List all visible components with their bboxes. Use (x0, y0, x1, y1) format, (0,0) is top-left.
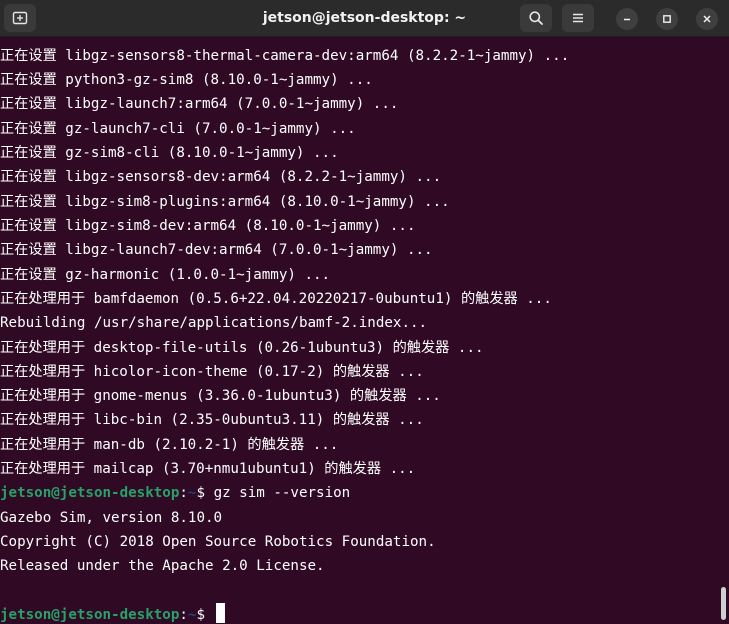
output-line: 正在设置 python3-gz-sim8 (8.10.0-1~jammy) ..… (0, 72, 373, 88)
prompt-user-host: jetson@jetson-desktop (0, 607, 180, 623)
scrollbar[interactable] (718, 38, 729, 624)
output-line: Released under the Apache 2.0 License. (0, 558, 325, 574)
prompt-separator: : (179, 485, 188, 501)
new-tab-icon (12, 11, 28, 25)
output-line: 正在处理用于 gnome-menus (3.36.0-1ubuntu3) 的触发… (0, 388, 441, 404)
prompt-separator: : (179, 607, 188, 623)
hamburger-menu-icon (573, 13, 583, 23)
title-bar: jetson@jetson-desktop: ~ (0, 0, 729, 37)
output-line: 正在处理用于 bamfdaemon (0.5.6+22.04.20220217-… (0, 291, 552, 307)
output-line: 正在处理用于 man-db (2.10.2-1) 的触发器 ... (0, 437, 339, 453)
new-tab-button[interactable] (4, 4, 36, 32)
maximize-button[interactable] (656, 8, 678, 30)
menu-button[interactable] (562, 4, 594, 32)
output-line: 正在处理用于 desktop-file-utils (0.26-1ubuntu3… (0, 340, 484, 356)
output-line: 正在设置 gz-sim8-cli (8.10.0-1~jammy) ... (0, 145, 339, 161)
output-line: 正在设置 libgz-sim8-dev:arm64 (8.10.0-1~jamm… (0, 218, 416, 234)
prompt-symbol: $ (196, 485, 206, 501)
minimize-button[interactable] (616, 8, 638, 30)
command-text: gz sim --version (213, 485, 351, 501)
scrollbar-thumb[interactable] (721, 587, 726, 620)
terminal-output[interactable]: 正在设置 libgz-sensors8-thermal-camera-dev:a… (0, 38, 718, 624)
search-button[interactable] (520, 4, 552, 32)
prompt-user-host: jetson@jetson-desktop (0, 485, 180, 501)
output-line: Gazebo Sim, version 8.10.0 (0, 510, 223, 526)
active-prompt-line[interactable]: jetson@jetson-desktop:~$ (0, 603, 225, 624)
output-line: 正在处理用于 mailcap (3.70+nmu1ubuntu1) 的触发器 .… (0, 461, 416, 477)
maximize-icon (663, 15, 671, 23)
output-line: 正在设置 libgz-sensors8-dev:arm64 (8.2.2-1~j… (0, 169, 442, 185)
minimize-icon (624, 18, 630, 21)
output-line: 正在设置 libgz-sensors8-thermal-camera-dev:a… (0, 48, 570, 64)
search-icon (529, 11, 543, 25)
prompt-symbol: $ (196, 607, 206, 623)
output-line: 正在设置 libgz-sim8-plugins:arm64 (8.10.0-1~… (0, 194, 450, 210)
output-line: Copyright (C) 2018 Open Source Robotics … (0, 534, 436, 550)
output-line: 正在处理用于 libc-bin (2.35-0ubuntu3.11) 的触发器 … (0, 412, 424, 428)
close-button[interactable] (696, 8, 718, 30)
close-icon (703, 15, 711, 23)
output-line: 正在处理用于 hicolor-icon-theme (0.17-2) 的触发器 … (0, 364, 424, 380)
output-line: Rebuilding /usr/share/applications/bamf-… (0, 315, 428, 331)
command-line: jetson@jetson-desktop:~$ gz sim --versio… (0, 481, 350, 505)
output-line: 正在设置 libgz-launch7:arm64 (7.0.0-1~jammy)… (0, 96, 399, 112)
output-line: 正在设置 gz-harmonic (1.0.0-1~jammy) ... (0, 267, 331, 283)
output-line: 正在设置 libgz-launch7-dev:arm64 (7.0.0-1~ja… (0, 242, 433, 258)
text-cursor (215, 603, 225, 623)
output-line: 正在设置 gz-launch7-cli (7.0.0-1~jammy) ... (0, 121, 356, 137)
